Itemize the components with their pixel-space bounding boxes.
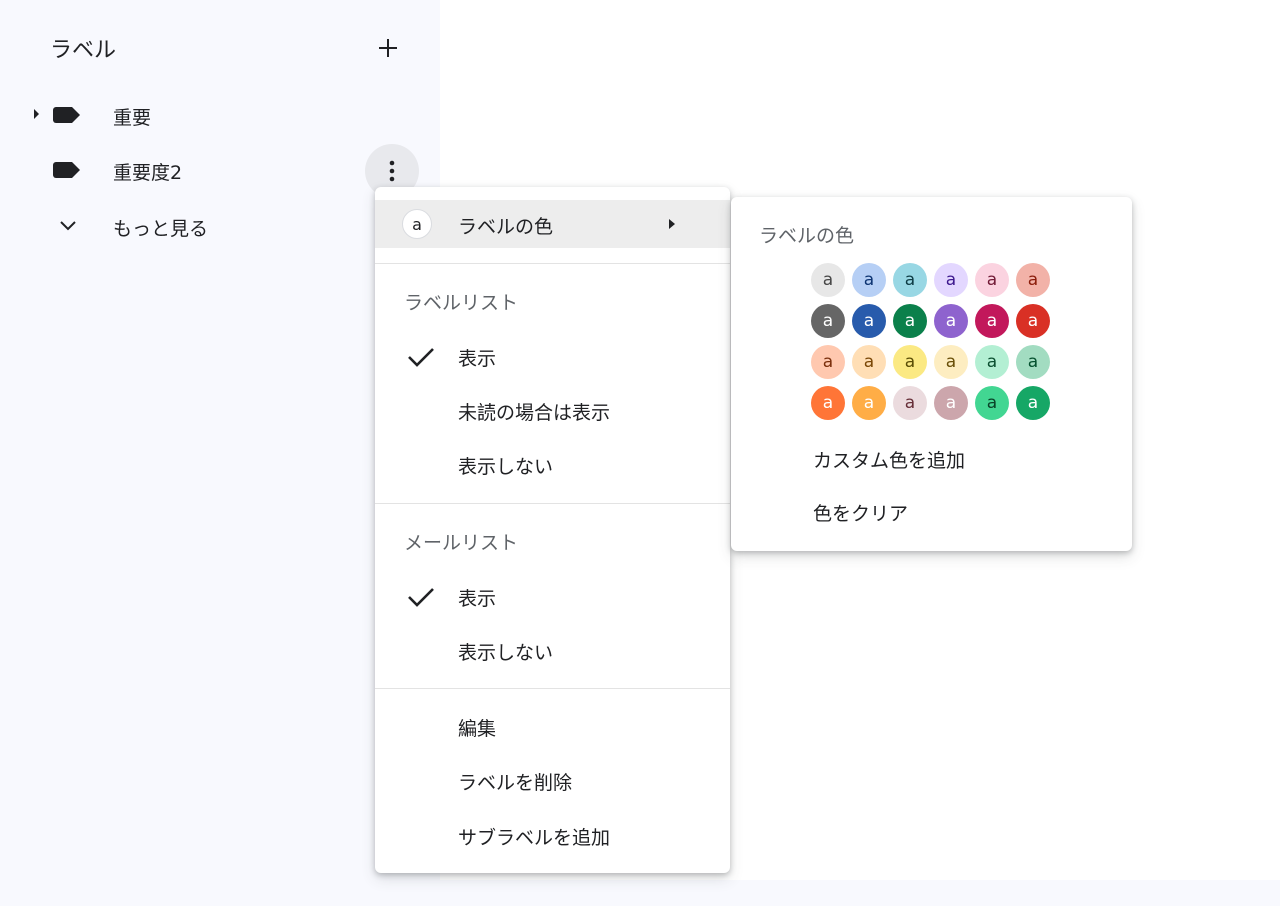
color-swatch[interactable]: a — [1016, 345, 1050, 379]
chevron-down-icon — [60, 221, 76, 231]
menu-item-add-sublabel[interactable]: サブラベルを追加 — [375, 811, 730, 859]
menu-item-edit[interactable]: 編集 — [375, 702, 730, 750]
sidebar-item-more[interactable]: もっと見る — [0, 202, 440, 250]
sidebar-item-label: もっと見る — [113, 218, 209, 240]
color-swatch[interactable]: a — [975, 345, 1009, 379]
label-color-swatch: a — [402, 209, 432, 239]
bottom-strip — [440, 880, 1280, 906]
clear-color-button[interactable]: 色をクリア — [813, 499, 908, 526]
menu-item-mail-list-show[interactable]: 表示 — [375, 572, 730, 620]
color-swatch[interactable]: a — [975, 263, 1009, 297]
label-icon — [53, 162, 80, 178]
color-swatch[interactable]: a — [852, 386, 886, 420]
plus-icon — [379, 39, 397, 57]
label-color-submenu: ラベルの色 aaaaaaaaaaaaaaaaaaaaaaaa カスタム色を追加 … — [731, 197, 1132, 551]
color-swatch[interactable]: a — [811, 345, 845, 379]
menu-divider — [375, 503, 730, 504]
label-list-header: ラベルリスト — [404, 292, 519, 314]
color-swatch[interactable]: a — [934, 304, 968, 338]
menu-item-label: サブラベルを追加 — [458, 827, 611, 849]
color-swatch[interactable]: a — [975, 386, 1009, 420]
submenu-title: ラベルの色 — [759, 225, 855, 247]
color-swatch[interactable]: a — [852, 263, 886, 297]
color-swatch[interactable]: a — [893, 263, 927, 297]
label-icon — [53, 107, 80, 123]
color-swatch[interactable]: a — [934, 386, 968, 420]
menu-divider — [375, 688, 730, 689]
color-swatch[interactable]: a — [975, 304, 1009, 338]
menu-item-label: 表示しない — [458, 456, 554, 478]
color-swatch[interactable]: a — [893, 304, 927, 338]
menu-item-label-list-hide[interactable]: 表示しない — [375, 440, 730, 488]
menu-item-label: 表示 — [458, 588, 497, 610]
submenu-arrow-icon — [669, 219, 675, 229]
expand-caret-icon[interactable] — [34, 109, 39, 119]
more-vert-icon — [389, 160, 395, 182]
menu-item-label: ラベルを削除 — [458, 772, 573, 794]
menu-item-label-list-show-if-unread[interactable]: 未読の場合は表示 — [375, 386, 730, 434]
mail-list-header: メールリスト — [404, 532, 519, 554]
color-swatch[interactable]: a — [852, 304, 886, 338]
color-swatch-grid: aaaaaaaaaaaaaaaaaaaaaaaa — [811, 263, 1050, 420]
color-swatch[interactable]: a — [811, 304, 845, 338]
add-custom-color-button[interactable]: カスタム色を追加 — [813, 446, 965, 473]
color-swatch[interactable]: a — [1016, 304, 1050, 338]
color-swatch[interactable]: a — [934, 345, 968, 379]
color-swatch[interactable]: a — [893, 345, 927, 379]
color-swatch[interactable]: a — [1016, 263, 1050, 297]
menu-item-delete-label[interactable]: ラベルを削除 — [375, 756, 730, 804]
menu-item-label-list-show[interactable]: 表示 — [375, 332, 730, 380]
create-label-button[interactable] — [370, 30, 406, 66]
sidebar-item-label: 重要 — [113, 107, 152, 129]
color-swatch[interactable]: a — [811, 386, 845, 420]
sidebar-item-label-important[interactable]: 重要 — [0, 91, 440, 139]
check-icon — [408, 588, 434, 607]
check-icon — [408, 348, 434, 367]
menu-item-label: 未読の場合は表示 — [458, 402, 611, 424]
color-swatch[interactable]: a — [811, 263, 845, 297]
sidebar-item-label: 重要度2 — [113, 162, 183, 184]
color-swatch[interactable]: a — [1016, 386, 1050, 420]
label-sidebar: ラベル 重要 重要度2 もっと見る — [0, 0, 440, 906]
labels-section-title: ラベル — [50, 38, 117, 63]
color-swatch[interactable]: a — [934, 263, 968, 297]
menu-item-label: ラベルの色 — [458, 216, 554, 238]
menu-item-label-color[interactable]: a ラベルの色 — [375, 200, 730, 248]
label-options-menu: a ラベルの色 ラベルリスト 表示 未読の場合は表示 表示しない メールリスト … — [375, 187, 730, 873]
menu-divider — [375, 263, 730, 264]
menu-item-label: 表示 — [458, 348, 497, 370]
color-swatch[interactable]: a — [852, 345, 886, 379]
menu-item-mail-list-hide[interactable]: 表示しない — [375, 626, 730, 674]
menu-item-label: 表示しない — [458, 642, 554, 664]
menu-item-label: 編集 — [458, 718, 497, 740]
color-swatch[interactable]: a — [893, 386, 927, 420]
